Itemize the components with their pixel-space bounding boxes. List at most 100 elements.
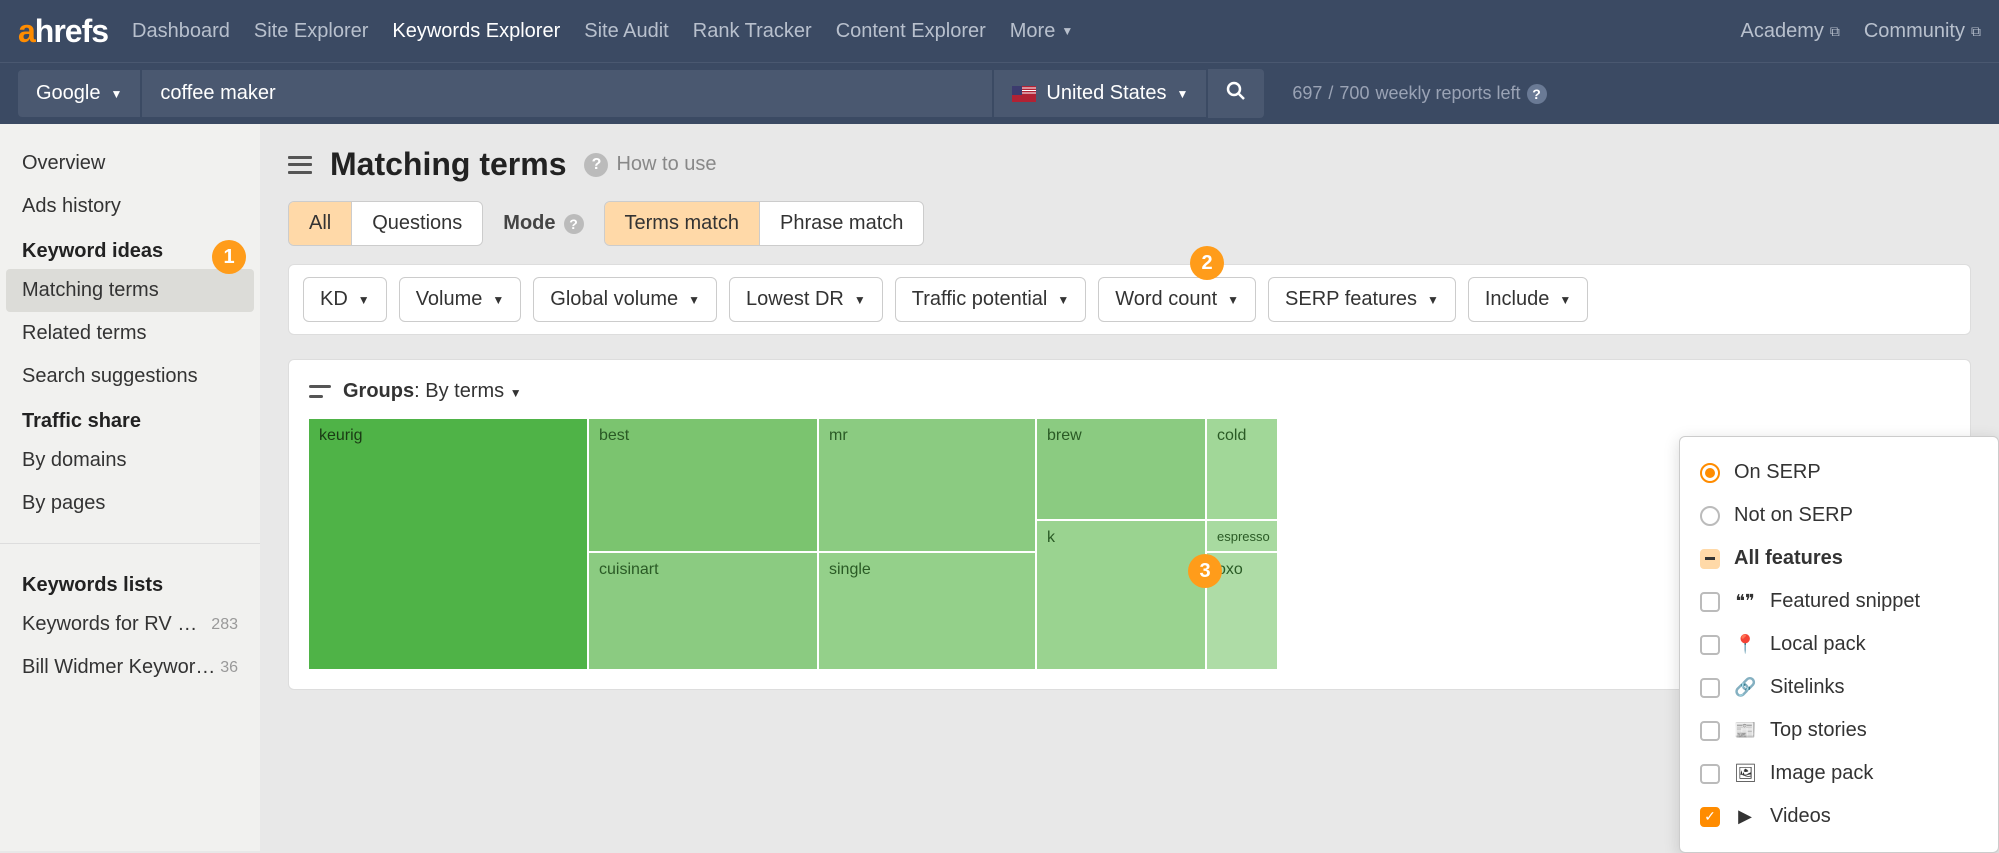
search-button[interactable] bbox=[1208, 69, 1264, 118]
treemap: keurig best cuisinart mr single brew k c… bbox=[309, 419, 1271, 669]
caret-down-icon: ▼ bbox=[1176, 87, 1188, 101]
sidebar-by-pages[interactable]: By pages bbox=[0, 482, 260, 525]
logo[interactable]: ahrefs bbox=[18, 13, 108, 50]
caret-down-icon: ▼ bbox=[1061, 24, 1073, 38]
sidebar-ads-history[interactable]: Ads history bbox=[0, 185, 260, 228]
help-icon[interactable]: ? bbox=[564, 214, 584, 234]
filter-traffic-potential[interactable]: Traffic potential▼ bbox=[895, 277, 1087, 322]
treemap-cell[interactable]: cold bbox=[1207, 419, 1277, 519]
checkbox-icon bbox=[1700, 678, 1720, 698]
treemap-cell[interactable]: single bbox=[819, 553, 1035, 669]
checkbox-checked-icon: ✓ bbox=[1700, 807, 1720, 827]
annotation-badge-1: 1 bbox=[212, 240, 246, 274]
mode-label: Mode? bbox=[503, 212, 583, 235]
dropdown-not-on-serp[interactable]: Not on SERP bbox=[1680, 494, 1998, 537]
dropdown-image-pack[interactable]: 🖼Image pack bbox=[1680, 752, 1998, 795]
caret-down-icon: ▼ bbox=[1559, 293, 1571, 307]
nav-rank-tracker[interactable]: Rank Tracker bbox=[693, 20, 812, 43]
treemap-cell[interactable]: best bbox=[589, 419, 817, 551]
filter-global-volume[interactable]: Global volume▼ bbox=[533, 277, 717, 322]
treemap-cell[interactable]: keurig bbox=[309, 419, 587, 669]
filter-volume[interactable]: Volume▼ bbox=[399, 277, 522, 322]
type-segmented: All Questions bbox=[288, 201, 483, 246]
caret-down-icon: ▼ bbox=[854, 293, 866, 307]
tab-phrase-match[interactable]: Phrase match bbox=[760, 202, 923, 245]
filter-serp-features[interactable]: SERP features▼ bbox=[1268, 277, 1456, 322]
caret-down-icon: ▼ bbox=[1427, 293, 1439, 307]
reports-counter: 697 / 700 weekly reports left ? bbox=[1292, 83, 1546, 104]
nav-community[interactable]: Community⧉ bbox=[1864, 20, 1981, 43]
caret-down-icon: ▼ bbox=[358, 293, 370, 307]
treemap-cell[interactable]: mr bbox=[819, 419, 1035, 551]
treemap-cell[interactable]: cuisinart bbox=[589, 553, 817, 669]
checkbox-icon bbox=[1700, 764, 1720, 784]
country-select[interactable]: United States▼ bbox=[994, 70, 1206, 117]
dropdown-sitelinks[interactable]: 🔗Sitelinks bbox=[1680, 666, 1998, 709]
groups-by-select[interactable]: By terms ▼ bbox=[425, 380, 521, 402]
news-icon: 📰 bbox=[1734, 720, 1756, 741]
treemap-cell[interactable]: espresso bbox=[1207, 521, 1277, 551]
sidebar-search-suggestions[interactable]: Search suggestions bbox=[0, 355, 260, 398]
radio-icon bbox=[1700, 506, 1720, 526]
filter-word-count[interactable]: Word count▼ bbox=[1098, 277, 1256, 322]
annotation-badge-2: 2 bbox=[1190, 246, 1224, 280]
external-link-icon: ⧉ bbox=[1971, 23, 1981, 40]
mode-segmented: Terms match Phrase match bbox=[604, 201, 925, 246]
search-icon bbox=[1226, 81, 1246, 101]
radio-checked-icon bbox=[1700, 463, 1720, 483]
image-icon: 🖼 bbox=[1734, 763, 1756, 784]
filter-lowest-dr[interactable]: Lowest DR▼ bbox=[729, 277, 883, 322]
sidebar-list-item[interactable]: Bill Widmer Keywor…36 bbox=[0, 646, 260, 689]
sidebar-list-item[interactable]: Keywords for RV …283 bbox=[0, 603, 260, 646]
nav-academy[interactable]: Academy⧉ bbox=[1740, 20, 1839, 43]
sidebar-matching-terms[interactable]: Matching terms bbox=[6, 269, 254, 312]
checkbox-icon bbox=[1700, 592, 1720, 612]
nav-keywords-explorer[interactable]: Keywords Explorer bbox=[392, 20, 560, 43]
page-title: Matching terms bbox=[330, 146, 566, 183]
dropdown-on-serp[interactable]: On SERP bbox=[1680, 451, 1998, 494]
serp-features-dropdown: On SERP Not on SERP All features ❝❞Featu… bbox=[1679, 436, 1999, 853]
treemap-cell[interactable]: brew bbox=[1037, 419, 1205, 519]
dropdown-all-features[interactable]: All features bbox=[1680, 537, 1998, 580]
sliders-icon[interactable] bbox=[309, 383, 331, 401]
dropdown-featured-snippet[interactable]: ❝❞Featured snippet bbox=[1680, 580, 1998, 623]
tab-terms-match[interactable]: Terms match bbox=[605, 202, 760, 245]
us-flag-icon bbox=[1012, 86, 1036, 102]
checkbox-icon bbox=[1700, 721, 1720, 741]
tab-all[interactable]: All bbox=[289, 202, 352, 245]
help-icon: ? bbox=[584, 153, 608, 177]
sidebar-overview[interactable]: Overview bbox=[0, 142, 260, 185]
nav-site-explorer[interactable]: Site Explorer bbox=[254, 20, 369, 43]
link-icon: 🔗 bbox=[1734, 677, 1756, 698]
caret-down-icon: ▼ bbox=[688, 293, 700, 307]
nav-more[interactable]: More▼ bbox=[1010, 20, 1073, 43]
keyword-input[interactable] bbox=[142, 70, 992, 117]
caret-down-icon: ▼ bbox=[1057, 293, 1069, 307]
search-engine-select[interactable]: Google▼ bbox=[18, 70, 140, 117]
caret-down-icon: ▼ bbox=[1227, 293, 1239, 307]
treemap-cell[interactable]: k bbox=[1037, 521, 1205, 669]
dropdown-videos[interactable]: ✓▶Videos bbox=[1680, 795, 1998, 838]
menu-icon[interactable] bbox=[288, 156, 312, 174]
nav-site-audit[interactable]: Site Audit bbox=[584, 20, 669, 43]
pin-icon: 📍 bbox=[1734, 634, 1756, 655]
filter-kd[interactable]: KD▼ bbox=[303, 277, 387, 322]
divider bbox=[0, 543, 260, 544]
how-to-use-link[interactable]: ?How to use bbox=[584, 153, 716, 177]
quote-icon: ❝❞ bbox=[1734, 591, 1756, 612]
tab-questions[interactable]: Questions bbox=[352, 202, 482, 245]
checkbox-icon bbox=[1700, 635, 1720, 655]
video-icon: ▶ bbox=[1734, 806, 1756, 827]
dropdown-local-pack[interactable]: 📍Local pack bbox=[1680, 623, 1998, 666]
nav-content-explorer[interactable]: Content Explorer bbox=[836, 20, 986, 43]
sidebar-related-terms[interactable]: Related terms bbox=[0, 312, 260, 355]
sidebar-heading-traffic: Traffic share bbox=[0, 398, 260, 439]
caret-down-icon: ▼ bbox=[111, 87, 123, 101]
sidebar-by-domains[interactable]: By domains bbox=[0, 439, 260, 482]
search-bar: Google▼ United States▼ 697 / 700 weekly … bbox=[0, 62, 1999, 124]
filters-row: KD▼ Volume▼ Global volume▼ Lowest DR▼ Tr… bbox=[288, 264, 1971, 335]
filter-include[interactable]: Include▼ bbox=[1468, 277, 1588, 322]
help-icon[interactable]: ? bbox=[1527, 84, 1547, 104]
dropdown-top-stories[interactable]: 📰Top stories bbox=[1680, 709, 1998, 752]
nav-dashboard[interactable]: Dashboard bbox=[132, 20, 230, 43]
